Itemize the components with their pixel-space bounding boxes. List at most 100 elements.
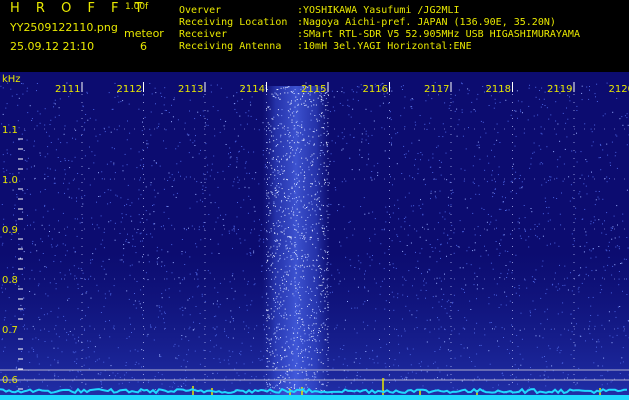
band-dot (280, 380, 282, 382)
band-dot (278, 97, 280, 99)
noise-dot (168, 218, 170, 220)
noise-dot (135, 307, 137, 309)
band-dot (289, 135, 291, 137)
band-dot (282, 282, 284, 284)
band-dot (292, 149, 294, 151)
band-dot (322, 173, 323, 175)
band-dot (315, 340, 317, 342)
band-dot (301, 103, 303, 105)
noise-dot (148, 380, 150, 382)
noise-dot (212, 303, 214, 305)
noise-dot (367, 158, 369, 160)
noise-dot (497, 340, 498, 342)
noise-dot (507, 273, 509, 275)
noise-dot (494, 102, 496, 104)
band-dot (299, 237, 301, 239)
band-dot (288, 195, 290, 197)
band-dot (303, 138, 305, 140)
band-dot (312, 136, 314, 138)
noise-dot (179, 308, 181, 310)
noise-dot (132, 238, 134, 240)
band-dot (312, 308, 314, 310)
noise-dot (542, 213, 544, 215)
noise-dot (448, 338, 450, 340)
noise-dot (158, 123, 160, 125)
noise-dot (248, 172, 250, 174)
noise-dot (569, 100, 571, 102)
noise-dot (448, 204, 449, 206)
noise-dot (285, 246, 287, 248)
noise-dot (205, 178, 207, 180)
noise-dot (460, 168, 462, 170)
noise-dot (377, 162, 379, 164)
band-dot (266, 108, 267, 110)
noise-dot (150, 134, 152, 136)
noise-dot (597, 365, 599, 367)
noise-dot (163, 104, 165, 106)
band-dot (303, 387, 305, 389)
noise-dot (201, 293, 203, 295)
band-dot (302, 226, 304, 228)
noise-dot (194, 145, 196, 146)
band-dot (302, 238, 303, 239)
noise-dot (270, 354, 272, 356)
band-dot (292, 327, 293, 329)
band-dot (324, 293, 326, 295)
noise-dot (288, 117, 290, 119)
noise-dot (343, 136, 345, 138)
noise-dot (389, 216, 391, 218)
noise-dot (351, 89, 353, 91)
band-dot (270, 339, 272, 341)
noise-dot (441, 378, 443, 380)
noise-dot (250, 345, 252, 347)
noise-dot (435, 197, 437, 199)
band-dot (267, 338, 269, 340)
noise-dot (60, 161, 62, 162)
noise-dot (250, 232, 252, 234)
noise-dot (330, 153, 332, 155)
band-dot (294, 183, 295, 185)
noise-dot (456, 135, 458, 137)
band-dot (284, 381, 286, 383)
band-dot (302, 349, 304, 351)
band-dot (317, 198, 319, 200)
noise-dot (414, 164, 415, 166)
band-dot (316, 312, 318, 314)
noise-dot (92, 253, 94, 255)
noise-dot (369, 240, 371, 242)
band-dot (268, 315, 270, 317)
noise-dot (570, 184, 572, 186)
noise-dot (454, 94, 456, 96)
noise-dot (329, 182, 330, 184)
band-dot (291, 352, 292, 354)
noise-dot (545, 201, 547, 203)
band-dot (294, 204, 295, 205)
noise-dot (281, 277, 283, 278)
band-dot (295, 173, 297, 175)
noise-dot (476, 353, 478, 355)
noise-dot (196, 246, 198, 248)
noise-dot (15, 220, 17, 222)
noise-dot (549, 176, 551, 178)
noise-dot (346, 142, 348, 144)
band-dot (287, 274, 289, 276)
noise-dot (512, 168, 514, 170)
noise-dot (462, 231, 464, 233)
noise-dot (569, 200, 571, 202)
noise-dot (544, 311, 546, 313)
band-dot (300, 199, 302, 201)
noise-dot (138, 363, 140, 365)
noise-dot (243, 321, 245, 323)
band-dot (285, 288, 287, 290)
noise-dot (339, 102, 341, 104)
noise-dot (1, 204, 3, 205)
noise-dot (195, 306, 197, 307)
noise-dot (164, 312, 166, 314)
band-dot (268, 127, 270, 129)
noise-dot (452, 387, 454, 389)
noise-dot (411, 371, 413, 373)
noise-dot (536, 226, 538, 227)
noise-dot (359, 362, 361, 364)
noise-dot (596, 346, 597, 348)
band-dot (326, 284, 328, 286)
